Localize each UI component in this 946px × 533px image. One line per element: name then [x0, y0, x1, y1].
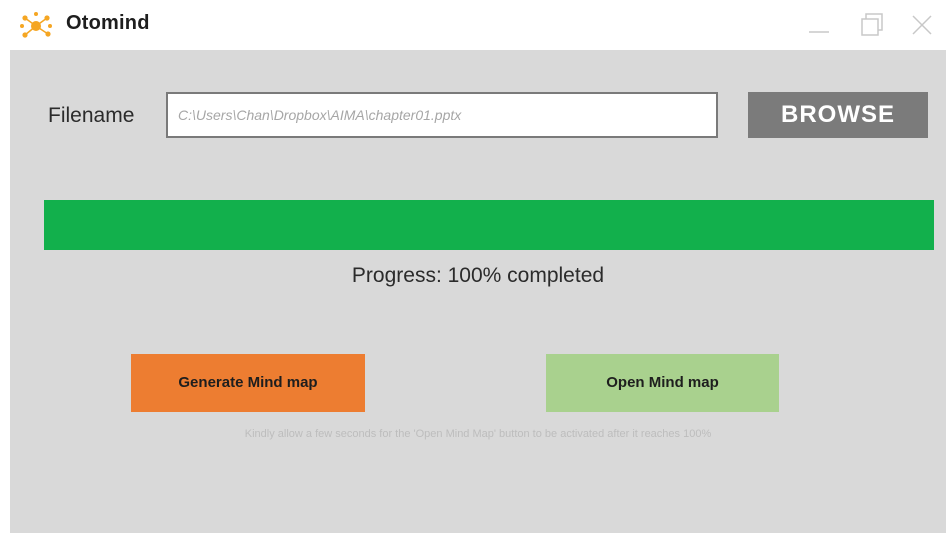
main-panel: Filename BROWSE Progress: 100% completed… — [10, 50, 946, 533]
progress-status-text: Progress: 100% completed — [351, 264, 605, 287]
generate-mind-map-button[interactable]: Generate Mind map — [131, 354, 365, 412]
filename-label: Filename — [48, 104, 135, 127]
title-bar[interactable]: Otomind — [0, 0, 946, 50]
app-window: Otomind Filename BROWSE Progress: 100% c — [0, 0, 946, 533]
restore-icon[interactable] — [855, 8, 889, 42]
minimize-icon[interactable] — [802, 8, 836, 42]
close-icon[interactable] — [905, 8, 939, 42]
open-mind-map-button[interactable]: Open Mind map — [546, 354, 779, 412]
progress-bar-fill — [44, 200, 934, 250]
sun-burst-logo-icon — [18, 10, 54, 42]
filename-input[interactable] — [166, 92, 718, 138]
hint-text: Kindly allow a few seconds for the 'Open… — [244, 428, 712, 440]
window-title: Otomind — [66, 12, 150, 34]
browse-button[interactable]: BROWSE — [748, 92, 928, 138]
progress-bar — [44, 200, 934, 250]
